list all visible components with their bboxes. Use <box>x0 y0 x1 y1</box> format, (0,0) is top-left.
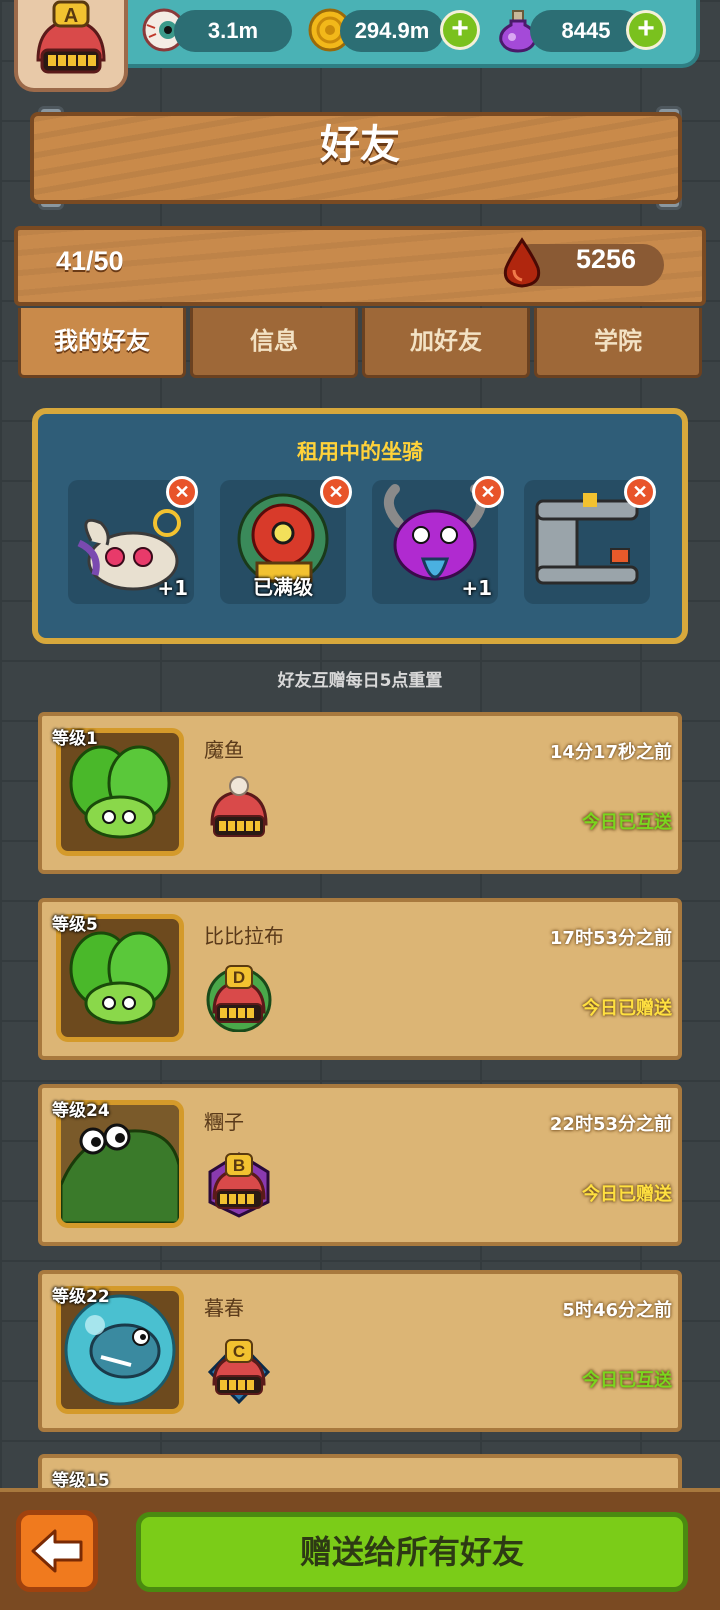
friend-rank-3: B <box>206 1144 272 1218</box>
friend-name-3: 糰子 <box>204 1110 244 1134</box>
frog-avatar-icon <box>61 1105 179 1223</box>
page-title: 好友 <box>320 122 400 168</box>
remove-mount-2-button[interactable]: ✕ <box>320 476 352 508</box>
mount-badge-2: 已满级 <box>253 575 313 599</box>
friend-status-4: 今日已互送 <box>582 1370 672 1391</box>
friend-level-4: 等级22 <box>52 1287 110 1307</box>
player-avatar[interactable]: A <box>14 0 128 92</box>
lettuce-avatar-icon <box>69 931 171 1025</box>
eyes-amount: 3.1m <box>174 10 292 52</box>
tab-add-friend[interactable]: 加好友 <box>362 308 530 378</box>
friend-count: 41/50 <box>56 246 124 276</box>
reset-note: 好友互赠每日5点重置 <box>277 671 443 691</box>
friend-name-1: 魔鱼 <box>204 738 244 762</box>
add-coins-button[interactable]: + <box>440 10 480 50</box>
send-to-all-friends-button[interactable]: 赠送给所有好友 <box>136 1512 688 1592</box>
rank-monster-icon: C <box>207 1339 271 1405</box>
friend-time-2: 17时53分之前 <box>549 928 672 949</box>
friend-rank-letter-4: C <box>233 1342 245 1361</box>
friend-status-2: 今日已赠送 <box>582 998 672 1019</box>
friend-status-3: 今日已赠送 <box>582 1184 672 1205</box>
mount-badge-3: +1 <box>461 576 492 600</box>
friend-rank-letter-3: B <box>233 1156 245 1175</box>
rank-monster-icon: D <box>206 965 272 1033</box>
tab-messages[interactable]: 信息 <box>190 308 358 378</box>
friend-rank-1 <box>206 774 272 848</box>
add-potions-button[interactable]: + <box>626 10 666 50</box>
lettuce-avatar-icon <box>69 745 171 839</box>
rented-mounts-title: 租用中的坐骑 <box>297 440 423 464</box>
friend-rank-4: C <box>206 1330 272 1405</box>
rank-monster-icon <box>210 776 268 837</box>
friend-rank-letter-2: D <box>233 968 245 987</box>
friend-level-3: 等级24 <box>52 1101 110 1121</box>
back-arrow-icon <box>31 1529 83 1573</box>
friend-time-3: 22时53分之前 <box>549 1114 672 1135</box>
player-rank-letter: A <box>64 5 78 27</box>
friend-rank-2: D <box>206 958 272 1033</box>
bubble-fish-avatar-icon <box>64 1294 176 1406</box>
friend-name-2: 比比拉布 <box>204 924 284 948</box>
friends-tab-bar: 我的好友 信息 加好友 学院 <box>18 308 702 378</box>
friend-time-4: 5时46分之前 <box>562 1300 672 1321</box>
mount-badge-1: +1 <box>157 576 188 600</box>
friend-status-1: 今日已互送 <box>582 812 672 833</box>
back-button[interactable] <box>16 1510 98 1592</box>
friend-name-4: 暮春 <box>204 1296 244 1320</box>
friend-level-1: 等级1 <box>52 729 98 749</box>
blood-points: 5256 <box>575 244 637 274</box>
coins-amount: 294.9m <box>340 10 444 52</box>
remove-mount-4-button[interactable]: ✕ <box>624 476 656 508</box>
friend-time-1: 14分17秒之前 <box>549 742 672 763</box>
remove-mount-1-button[interactable]: ✕ <box>166 476 198 508</box>
player-rank-icon: A <box>36 0 106 74</box>
friend-level-2: 等级5 <box>52 915 98 935</box>
blood-drop-icon <box>500 236 544 290</box>
tab-academy[interactable]: 学院 <box>534 308 702 378</box>
tab-my-friends[interactable]: 我的好友 <box>18 308 186 378</box>
rank-monster-icon: B <box>208 1152 270 1218</box>
remove-mount-3-button[interactable]: ✕ <box>472 476 504 508</box>
